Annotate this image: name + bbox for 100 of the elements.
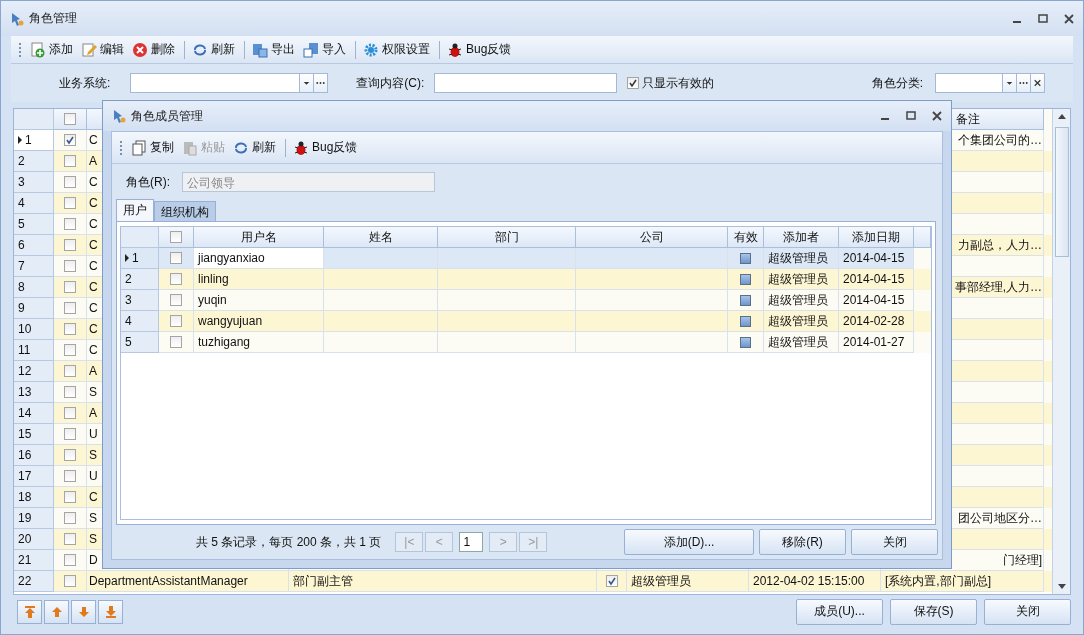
dropdown-icon[interactable] [1003,73,1017,93]
clear-icon[interactable] [1031,73,1045,93]
row-checkbox[interactable] [170,294,182,306]
checkbox[interactable] [627,77,640,89]
row-number: 15 [18,427,32,441]
row-pointer-icon [18,136,22,144]
table-row[interactable]: 22 DepartmentAssistantManager 部门副主管 超级管理员 2012-04-02 15:15:00 [系统内置,部门副总] [14,571,1052,592]
page-field[interactable]: 1 [459,532,484,552]
action-button[interactable]: 成员(U)... [796,598,883,625]
action-button[interactable]: 添加(D)... [624,529,754,555]
valid-checkbox[interactable] [740,294,751,306]
table-cell: 2014-04-15 [843,251,905,265]
column-header[interactable]: 姓名 [324,227,438,248]
row-checkbox[interactable] [170,273,182,285]
row-checkbox[interactable] [64,407,76,419]
restore-icon[interactable] [1037,12,1049,25]
valid-checkbox[interactable] [740,315,751,327]
row-checkbox[interactable] [64,554,76,566]
row-checkbox[interactable] [64,470,76,482]
row-number: 5 [18,217,25,231]
row-checkbox[interactable] [64,176,76,188]
row-checkbox[interactable] [64,386,76,398]
row-checkbox[interactable] [170,252,182,264]
header-checkbox[interactable] [170,231,182,243]
toolbar-button[interactable]: 删除 [129,39,178,60]
row-number: 7 [18,259,25,273]
row-checkbox[interactable] [64,575,76,587]
table-row[interactable]: 2 linling 超级管理员 2014-04-15 [121,269,931,290]
more-icon[interactable] [314,73,329,93]
plus-icon [30,41,46,58]
row-checkbox[interactable] [64,512,76,524]
column-header[interactable]: 添加者 [764,227,839,248]
row-checkbox[interactable] [64,302,76,314]
table-row[interactable]: 4 wangyujuan 超级管理员 2014-02-28 [121,311,931,332]
action-button[interactable]: 关闭 [851,529,938,555]
row-checkbox[interactable] [64,260,76,272]
row-checkbox[interactable] [64,428,76,440]
table-cell: 2014-04-15 [843,272,905,286]
header-checkbox[interactable] [64,113,76,125]
tab[interactable]: 组织机构 [154,201,216,221]
scrollbar[interactable] [1052,109,1070,594]
row-checkbox[interactable] [64,365,76,377]
row-checkbox[interactable] [64,197,76,209]
toolbar-button[interactable]: 添加 [27,39,76,60]
table-cell: 超级管理员 [768,312,828,330]
row-checkbox[interactable] [170,315,182,327]
row-checkbox[interactable] [64,281,76,293]
close-icon[interactable] [931,110,943,122]
row-number: 1 [132,251,139,265]
move-bottom-button[interactable] [98,599,123,624]
move-top-button[interactable] [17,599,42,624]
row-number: 4 [18,196,25,210]
valid-checkbox[interactable] [740,273,751,285]
row-checkbox[interactable] [64,239,76,251]
row-checkbox[interactable] [64,449,76,461]
tab[interactable]: 用户 [116,199,154,221]
scroll-thumb[interactable] [1054,127,1069,257]
column-header[interactable]: 部门 [438,227,576,248]
valid-checkbox[interactable] [740,252,751,264]
row-checkbox[interactable] [64,218,76,230]
row-checkbox[interactable] [170,336,182,348]
move-up-button[interactable] [44,599,69,624]
dropdown-icon[interactable] [300,73,315,93]
more-icon[interactable] [1017,73,1031,93]
move-down-button[interactable] [71,599,96,624]
row-checkbox[interactable] [64,323,76,335]
column-header[interactable]: 公司 [576,227,728,248]
table-row[interactable]: 5 tuzhigang 超级管理员 2014-01-27 [121,332,931,353]
toolbar-button[interactable]: 编辑 [78,39,127,60]
toolbar-button[interactable]: 刷新 [230,137,279,158]
column-header[interactable]: 有效 [728,227,764,248]
toolbar-button[interactable]: Bug反馈 [290,137,361,158]
toolbar-button[interactable]: 导出 [249,39,298,60]
toolbar-button[interactable]: Bug反馈 [444,39,515,60]
row-checkbox[interactable] [64,155,76,167]
query-field[interactable] [434,73,618,93]
row-pointer-icon [125,254,129,262]
table-cell: C [89,343,98,357]
toolbar-button[interactable]: 权限设置 [360,39,433,60]
column-header[interactable]: 添加日期 [839,227,914,248]
valid-checkbox[interactable] [740,336,751,348]
table-row[interactable]: 1 jiangyanxiao 超级管理员 2014-04-15 [121,248,931,269]
row-number: 3 [125,293,132,307]
row-checkbox[interactable] [64,491,76,503]
toolbar-button[interactable]: 刷新 [189,39,238,60]
close-icon[interactable] [1063,12,1075,25]
restore-icon[interactable] [905,110,917,122]
action-button[interactable]: 移除(R) [759,529,846,555]
row-checkbox[interactable] [605,575,618,587]
row-checkbox[interactable] [64,344,76,356]
toolbar-button[interactable]: 导入 [300,39,349,60]
row-checkbox[interactable] [64,134,76,146]
table-row[interactable]: 3 yuqin 超级管理员 2014-04-15 [121,290,931,311]
table-cell: 超级管理员 [768,270,828,288]
toolbar-button[interactable]: 复制 [128,137,177,158]
column-header[interactable]: 用户名 [194,227,324,248]
table-cell: 超级管理员 [768,249,828,267]
row-checkbox[interactable] [64,533,76,545]
action-button[interactable]: 关闭 [984,598,1071,625]
action-button[interactable]: 保存(S) [890,598,977,625]
